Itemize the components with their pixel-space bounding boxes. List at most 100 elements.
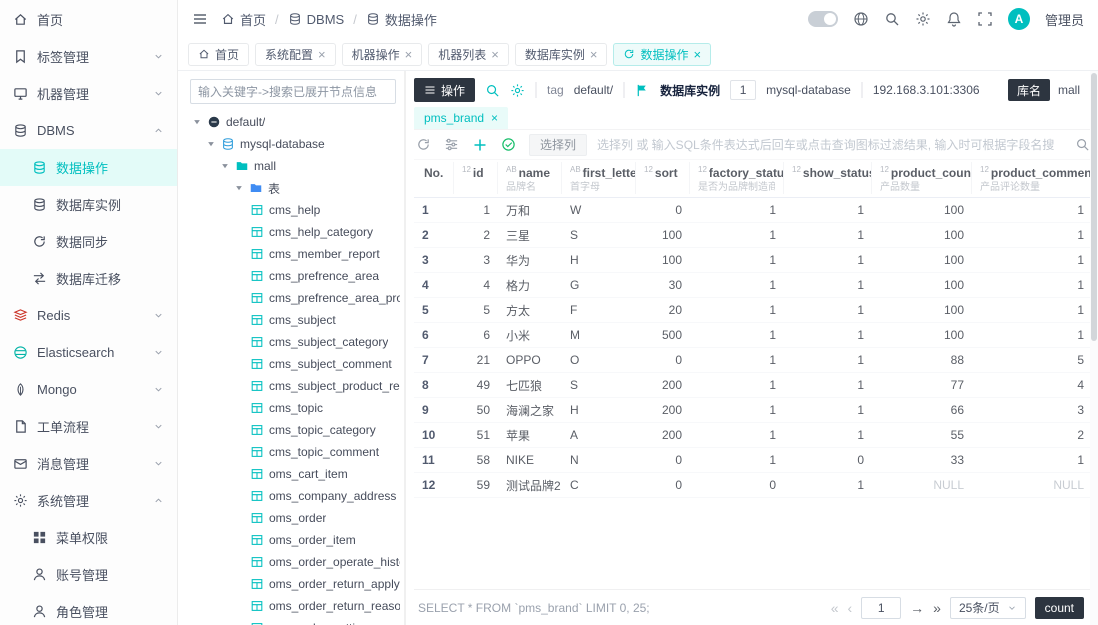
tab-machine-list[interactable]: 机器列表 ×: [428, 43, 509, 66]
sidebar-group-elasticsearch[interactable]: Elasticsearch: [0, 334, 177, 371]
sidebar-item-database-instances[interactable]: 数据库实例: [0, 186, 177, 223]
tree-node-root[interactable]: default/: [190, 111, 400, 133]
close-icon[interactable]: ×: [590, 48, 598, 61]
breadcrumb-dbms[interactable]: DBMS: [288, 12, 345, 27]
gear-icon[interactable]: [510, 83, 525, 98]
add-row-icon[interactable]: [472, 137, 488, 153]
close-icon[interactable]: ×: [318, 48, 326, 61]
refresh-icon[interactable]: [623, 48, 635, 60]
table-row[interactable]: 3 3 华为 H 100 1 1 100 1: [414, 248, 1098, 273]
tree-table-item[interactable]: oms_order_return_reason: [190, 595, 400, 617]
tree-table-item[interactable]: cms_help_category: [190, 221, 400, 243]
caret-down-icon[interactable]: [206, 139, 216, 149]
search-icon[interactable]: [485, 83, 500, 98]
tree-table-item[interactable]: cms_member_report: [190, 243, 400, 265]
table-row[interactable]: 7 21 OPPO O 0 1 1 88 5: [414, 348, 1098, 373]
commit-check-icon[interactable]: [501, 137, 516, 152]
tree-table-item[interactable]: cms_prefrence_area: [190, 265, 400, 287]
close-icon[interactable]: ×: [491, 48, 499, 61]
globe-icon[interactable]: [853, 11, 869, 27]
sidebar-group-machine-management[interactable]: 机器管理: [0, 75, 177, 112]
caret-down-icon[interactable]: [220, 161, 230, 171]
tree-table-item[interactable]: cms_subject_comment: [190, 353, 400, 375]
sidebar-group-tag-management[interactable]: 标签管理: [0, 38, 177, 75]
tree-table-item[interactable]: cms_subject_category: [190, 331, 400, 353]
tree-node-instance[interactable]: mysql-database: [190, 133, 400, 155]
tree-table-item[interactable]: cms_prefrence_area_product_relation: [190, 287, 400, 309]
filter-icon[interactable]: [444, 137, 459, 152]
caret-down-icon[interactable]: [192, 117, 202, 127]
column-header-no[interactable]: No.: [414, 162, 454, 194]
tree-table-item[interactable]: cms_subject: [190, 309, 400, 331]
next-page-button[interactable]: →: [910, 601, 924, 615]
column-header-sort[interactable]: 12sort: [636, 162, 690, 194]
sidebar-item-data-operations[interactable]: 数据操作: [0, 149, 177, 186]
column-header-first-letter[interactable]: ABfirst_letter 首字母: [562, 162, 636, 194]
table-row[interactable]: 5 5 方太 F 20 1 1 100 1: [414, 298, 1098, 323]
tab-data-operations[interactable]: 数据操作 ×: [613, 43, 711, 66]
tree-table-item[interactable]: oms_cart_item: [190, 463, 400, 485]
page-number-input[interactable]: [861, 597, 901, 619]
tab-system-config[interactable]: 系统配置 ×: [255, 43, 336, 66]
tree-table-item[interactable]: oms_company_address: [190, 485, 400, 507]
first-page-button[interactable]: «: [831, 601, 839, 615]
column-header-product-comment-count[interactable]: 12product_comment_count 产品评论数量: [972, 162, 1098, 194]
table-tab-pms-brand[interactable]: pms_brand ×: [414, 107, 508, 129]
tag-value[interactable]: default/: [574, 83, 613, 97]
sidebar-item-menu-permissions[interactable]: 菜单权限: [0, 519, 177, 556]
table-row[interactable]: 9 50 海澜之家 H 200 1 1 66 3: [414, 398, 1098, 423]
sql-filter-input[interactable]: [597, 138, 1065, 152]
tree-table-item[interactable]: cms_subject_product_relation: [190, 375, 400, 397]
prev-page-button[interactable]: ‹: [847, 601, 852, 615]
sidebar-item-account-management[interactable]: 账号管理: [0, 556, 177, 593]
sidebar-group-redis[interactable]: Redis: [0, 297, 177, 334]
tree-table-item[interactable]: oms_order_item: [190, 529, 400, 551]
table-row[interactable]: 2 2 三星 S 100 1 1 100 1: [414, 223, 1098, 248]
fullscreen-icon[interactable]: [977, 11, 993, 27]
count-button[interactable]: count: [1035, 597, 1084, 619]
tab-machine-operations[interactable]: 机器操作 ×: [342, 43, 423, 66]
username[interactable]: 管理员: [1045, 10, 1084, 29]
table-row[interactable]: 10 51 苹果 A 200 1 1 55 2: [414, 423, 1098, 448]
tree-search-input[interactable]: [190, 79, 396, 104]
select-columns-button[interactable]: 选择列: [529, 134, 587, 156]
close-icon[interactable]: ×: [693, 48, 701, 61]
table-row[interactable]: 6 6 小米 M 500 1 1 100 1: [414, 323, 1098, 348]
breadcrumb-data-operations[interactable]: 数据操作: [366, 10, 437, 29]
sidebar-item-data-sync[interactable]: 数据同步: [0, 223, 177, 260]
vertical-scrollbar[interactable]: [1090, 71, 1098, 625]
tree-table-item[interactable]: oms_order_operate_history: [190, 551, 400, 573]
close-icon[interactable]: ×: [491, 112, 498, 124]
tree-table-item[interactable]: cms_help: [190, 199, 400, 221]
table-row[interactable]: 11 58 NIKE N 0 1 0 33 1: [414, 448, 1098, 473]
search-icon[interactable]: [884, 11, 900, 27]
scrollbar-thumb[interactable]: [1091, 73, 1097, 341]
column-header-id[interactable]: 12id: [454, 162, 498, 194]
table-row[interactable]: 4 4 格力 G 30 1 1 100 1: [414, 273, 1098, 298]
caret-down-icon[interactable]: [234, 183, 244, 193]
tab-home[interactable]: 首页: [188, 43, 249, 66]
sidebar-group-system-management[interactable]: 系统管理: [0, 482, 177, 519]
avatar[interactable]: A: [1008, 8, 1030, 30]
tree-table-item[interactable]: cms_topic_comment: [190, 441, 400, 463]
tree-table-item[interactable]: cms_topic: [190, 397, 400, 419]
tree-table-item[interactable]: oms_order_return_apply: [190, 573, 400, 595]
column-header-factory-status[interactable]: 12factory_status 是否为品牌制造商: 0->: [690, 162, 784, 194]
tab-database-instances[interactable]: 数据库实例 ×: [515, 43, 608, 66]
sidebar-item-home[interactable]: 首页: [0, 1, 177, 38]
sidebar-item-role-management[interactable]: 角色管理: [0, 593, 177, 625]
instance-id-box[interactable]: 1: [730, 80, 756, 100]
bell-icon[interactable]: [946, 11, 962, 27]
table-row[interactable]: 8 49 七匹狼 S 200 1 1 77 4: [414, 373, 1098, 398]
tree-node-tables-folder[interactable]: 表: [190, 177, 400, 199]
breadcrumb-home[interactable]: 首页: [221, 10, 266, 29]
search-icon[interactable]: [1075, 137, 1090, 152]
refresh-icon[interactable]: [416, 137, 431, 152]
sidebar-group-dbms[interactable]: DBMS: [0, 112, 177, 149]
gear-icon[interactable]: [915, 11, 931, 27]
sidebar-group-work-orders[interactable]: 工单流程: [0, 408, 177, 445]
sidebar-group-messages[interactable]: 消息管理: [0, 445, 177, 482]
theme-toggle[interactable]: [808, 11, 838, 27]
tree-table-item[interactable]: cms_topic_category: [190, 419, 400, 441]
hamburger-menu-icon[interactable]: [192, 11, 208, 27]
